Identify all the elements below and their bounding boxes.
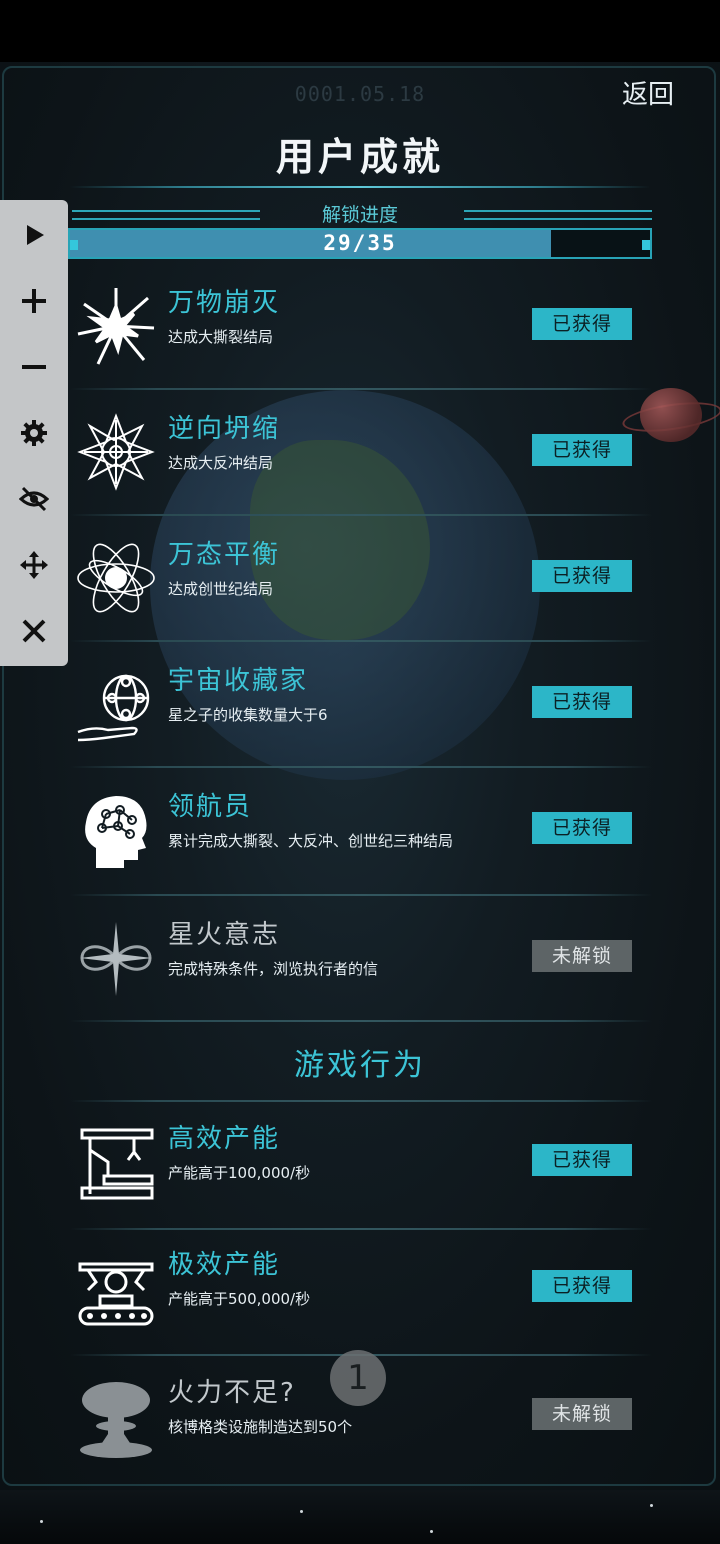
title-divider <box>70 186 650 188</box>
achievement-desc: 星之子的收集数量大于6 <box>168 706 328 724</box>
play-icon <box>27 225 44 245</box>
move-button[interactable] <box>0 532 68 598</box>
starburst-icon <box>74 284 158 368</box>
hand-globe-icon <box>74 662 158 746</box>
floating-button-label: 1 <box>347 1358 369 1398</box>
progress-label: 解锁进度 <box>321 204 398 226</box>
achievement-desc: 累计完成大撕裂、大反冲、创世纪三种结局 <box>168 832 454 850</box>
status-badge: 已获得 <box>532 434 632 466</box>
achievement-name: 宇宙收藏家 <box>168 666 309 696</box>
achievement-desc: 达成大撕裂结局 <box>168 328 274 346</box>
achievement-item[interactable]: 逆向坍缩 达成大反冲结局 已获得 <box>70 396 652 522</box>
achievement-item[interactable]: 极效产能 产能高于500,000/秒 已获得 <box>70 1232 652 1358</box>
achievements-panel: 0001.05.18 返回 用户成就 解锁进度 29/35 万物崩灭 达成大撕裂… <box>0 0 720 1490</box>
section-title: 游戏行为 <box>294 1048 426 1083</box>
status-badge: 已获得 <box>532 1270 632 1302</box>
achievement-desc: 完成特殊条件，浏览执行者的信 <box>168 960 379 978</box>
achievement-name: 极效产能 <box>168 1250 281 1280</box>
plus-icon <box>22 289 46 313</box>
status-badge: 已获得 <box>532 812 632 844</box>
achievement-item[interactable]: 万态平衡 达成创世纪结局 已获得 <box>70 522 652 648</box>
zoom-out-button[interactable] <box>0 334 68 400</box>
achievement-item[interactable]: 星火意志 完成特殊条件，浏览执行者的信 未解锁 <box>70 902 652 1028</box>
status-badge: 已获得 <box>532 308 632 340</box>
status-badge: 已获得 <box>532 1144 632 1176</box>
close-icon <box>22 619 46 643</box>
achievement-item[interactable]: 万物崩灭 达成大撕裂结局 已获得 <box>70 270 652 396</box>
atom-icon <box>74 536 158 620</box>
brain-head-icon <box>74 788 158 872</box>
achievement-desc: 达成大反冲结局 <box>168 454 274 472</box>
gear-icon <box>21 420 47 446</box>
mushroom-cloud-icon <box>74 1374 158 1458</box>
achievement-item[interactable]: 宇宙收藏家 星之子的收集数量大于6 已获得 <box>70 648 652 774</box>
star <box>650 1504 653 1507</box>
achievement-name: 星火意志 <box>168 920 281 950</box>
eye-off-icon <box>19 486 49 512</box>
section-divider <box>70 1100 652 1102</box>
zoom-in-button[interactable] <box>0 268 68 334</box>
row-divider <box>70 1228 652 1230</box>
achievement-item[interactable]: 高效产能 产能高于100,000/秒 已获得 <box>70 1106 652 1232</box>
infinity-star-icon <box>74 916 158 1000</box>
status-badge: 已获得 <box>532 686 632 718</box>
floating-target-button[interactable]: 1 <box>330 1350 386 1406</box>
achievement-name: 火力不足? <box>168 1378 296 1408</box>
factory-arm-icon <box>74 1120 158 1204</box>
achievement-name: 领航员 <box>168 792 253 822</box>
star <box>40 1520 43 1523</box>
achievement-name: 高效产能 <box>168 1124 281 1154</box>
achievement-item[interactable]: 领航员 累计完成大撕裂、大反冲、创世纪三种结局 已获得 <box>70 774 652 900</box>
star <box>300 1510 303 1513</box>
progress-count: 29/35 <box>323 231 397 255</box>
back-button[interactable]: 返回 <box>622 74 674 111</box>
achievement-desc: 产能高于500,000/秒 <box>168 1290 311 1308</box>
row-divider <box>70 640 652 642</box>
status-badge: 已获得 <box>532 560 632 592</box>
star <box>430 1530 433 1533</box>
row-divider <box>70 388 652 390</box>
unlock-progress-bar: 29/35 <box>68 228 652 259</box>
game-date: 0001.05.18 <box>294 82 426 106</box>
row-divider <box>70 766 652 768</box>
achievement-name: 万态平衡 <box>168 540 281 570</box>
space-background-strip <box>0 1490 720 1544</box>
mandala-icon <box>74 410 158 494</box>
achievement-name: 万物崩灭 <box>168 288 281 318</box>
move-icon <box>20 551 48 579</box>
status-badge: 未解锁 <box>532 1398 632 1430</box>
achievement-name: 逆向坍缩 <box>168 414 281 444</box>
settings-button[interactable] <box>0 400 68 466</box>
side-toolbar <box>0 200 68 666</box>
row-divider <box>70 1020 652 1022</box>
achievement-desc: 核博格类设施制造达到50个 <box>168 1418 353 1436</box>
close-button[interactable] <box>0 598 68 664</box>
page-title: 用户成就 <box>275 135 444 179</box>
play-button[interactable] <box>0 202 68 268</box>
factory-conveyor-icon <box>74 1246 158 1330</box>
row-divider <box>70 514 652 516</box>
hide-button[interactable] <box>0 466 68 532</box>
minus-icon <box>22 365 46 369</box>
achievement-desc: 产能高于100,000/秒 <box>168 1164 311 1182</box>
achievement-desc: 达成创世纪结局 <box>168 580 274 598</box>
row-divider <box>70 894 652 896</box>
status-badge: 未解锁 <box>532 940 632 972</box>
